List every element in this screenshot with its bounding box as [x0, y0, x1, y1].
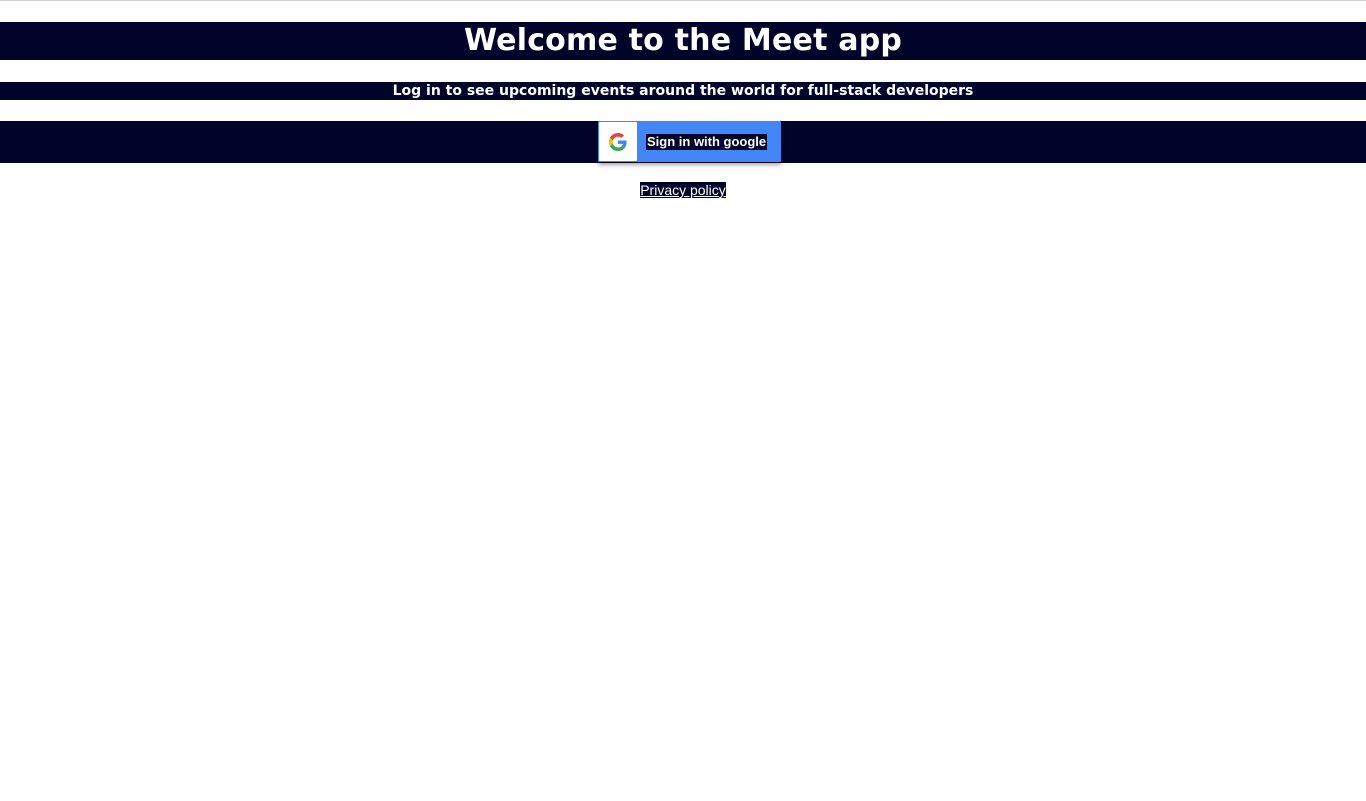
google-icon-wrapper [598, 121, 638, 162]
sign-in-button-label: Sign in with google [646, 133, 768, 150]
privacy-policy-link[interactable]: Privacy policy [640, 182, 726, 198]
google-g-logo-icon [609, 132, 627, 151]
sign-in-with-google-button[interactable]: Sign in with google [598, 121, 781, 162]
privacy-policy-container: Privacy policy [0, 180, 1366, 199]
top-divider [0, 0, 1366, 1]
subtitle-band: Log in to see upcoming events around the… [0, 82, 1366, 100]
page-subtitle: Log in to see upcoming events around the… [392, 83, 974, 99]
page-title: Welcome to the Meet app [463, 23, 903, 58]
title-band: Welcome to the Meet app [0, 22, 1366, 60]
